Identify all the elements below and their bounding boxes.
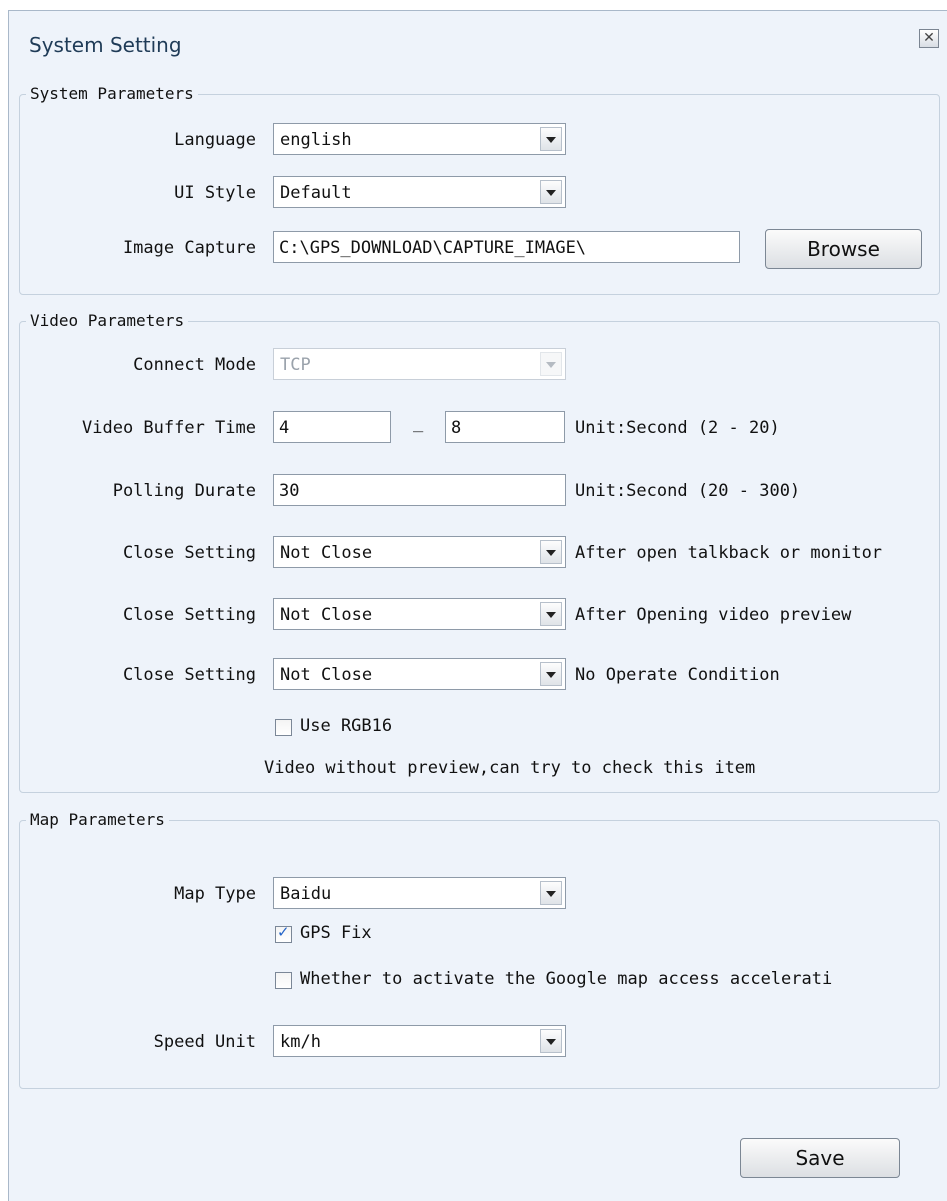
chevron-down-icon[interactable] <box>540 1029 562 1053</box>
video-parameters-legend: Video Parameters <box>26 311 189 330</box>
polling-unit-note: Unit:Second (20 - 300) <box>575 481 801 501</box>
close-setting-note: After open talkback or monitor <box>575 543 883 563</box>
map-parameters-legend: Map Parameters <box>26 810 169 829</box>
close-setting-value: Not Close <box>280 543 373 563</box>
buffer-max-input[interactable]: 8 <box>445 411 565 443</box>
polling-durate-input[interactable]: 30 <box>273 474 566 506</box>
system-parameters-legend: System Parameters <box>26 84 198 103</box>
chevron-down-icon[interactable] <box>540 127 562 151</box>
close-setting-talkback-select[interactable]: Not Close <box>273 536 566 568</box>
map-type-select[interactable]: Baidu <box>273 877 566 909</box>
image-capture-path-input[interactable]: C:\GPS_DOWNLOAD\CAPTURE_IMAGE\ <box>273 231 740 263</box>
ui-style-select[interactable]: Default <box>273 176 566 208</box>
video-buffer-label: Video Buffer Time <box>82 418 256 438</box>
speed-unit-value: km/h <box>280 1032 321 1052</box>
close-setting-preview-select[interactable]: Not Close <box>273 598 566 630</box>
buffer-max-value: 8 <box>451 418 462 438</box>
save-button[interactable]: Save <box>740 1138 900 1178</box>
image-capture-label: Image Capture <box>122 238 256 258</box>
use-rgb16-label[interactable]: Use RGB16 <box>300 716 392 736</box>
connect-mode-value: TCP <box>280 355 311 375</box>
google-accelerate-label[interactable]: Whether to activate the Google map acces… <box>300 969 832 989</box>
buffer-unit-note: Unit:Second (2 - 20) <box>575 418 780 438</box>
connect-mode-select: TCP <box>273 348 566 380</box>
close-setting-idle-select[interactable]: Not Close <box>273 658 566 690</box>
buffer-range-separator: _ <box>413 413 424 433</box>
chevron-down-icon[interactable] <box>540 881 562 905</box>
speed-unit-label: Speed Unit <box>153 1032 256 1052</box>
close-setting-note: No Operate Condition <box>575 665 780 685</box>
close-setting-label: Close Setting <box>122 665 256 685</box>
polling-durate-label: Polling Durate <box>112 481 256 501</box>
rgb16-hint: Video without preview,can try to check t… <box>264 758 756 778</box>
map-type-value: Baidu <box>280 884 332 904</box>
gps-fix-checkbox[interactable] <box>275 923 292 943</box>
close-setting-label: Close Setting <box>122 543 256 563</box>
close-setting-label: Close Setting <box>122 605 256 625</box>
google-accelerate-checkbox[interactable] <box>275 972 292 989</box>
close-setting-value: Not Close <box>280 665 373 685</box>
system-setting-dialog: System Setting ✕ System Parameters Langu… <box>8 10 947 1201</box>
close-setting-value: Not Close <box>280 605 373 625</box>
chevron-down-icon[interactable] <box>540 540 562 564</box>
ui-style-value: Default <box>280 183 352 203</box>
polling-durate-value: 30 <box>279 481 300 501</box>
gps-fix-label[interactable]: GPS Fix <box>300 923 372 943</box>
connect-mode-label: Connect Mode <box>133 355 256 375</box>
chevron-down-icon[interactable] <box>540 602 562 626</box>
speed-unit-select[interactable]: km/h <box>273 1025 566 1057</box>
system-parameters-group: System Parameters Language english UI St… <box>19 84 940 295</box>
close-button[interactable]: ✕ <box>919 29 939 48</box>
dialog-title: System Setting <box>29 33 182 57</box>
map-parameters-group: Map Parameters Map Type Baidu GPS Fix Wh… <box>19 810 940 1089</box>
browse-button[interactable]: Browse <box>765 229 922 269</box>
image-capture-path: C:\GPS_DOWNLOAD\CAPTURE_IMAGE\ <box>279 238 587 258</box>
ui-style-label: UI Style <box>174 183 256 203</box>
chevron-down-icon[interactable] <box>540 180 562 204</box>
language-value: english <box>280 130 352 150</box>
close-setting-note: After Opening video preview <box>575 605 852 625</box>
buffer-min-input[interactable]: 4 <box>273 411 391 443</box>
chevron-down-icon[interactable] <box>540 662 562 686</box>
video-parameters-group: Video Parameters Connect Mode TCP Video … <box>19 311 940 793</box>
use-rgb16-checkbox[interactable] <box>275 719 292 736</box>
language-label: Language <box>174 130 256 150</box>
buffer-min-value: 4 <box>279 418 290 438</box>
language-select[interactable]: english <box>273 123 566 155</box>
background-edge <box>0 0 8 1201</box>
title-bar: System Setting ✕ <box>9 11 947 81</box>
map-type-label: Map Type <box>174 884 256 904</box>
chevron-down-icon <box>540 352 562 376</box>
close-icon: ✕ <box>923 30 935 46</box>
